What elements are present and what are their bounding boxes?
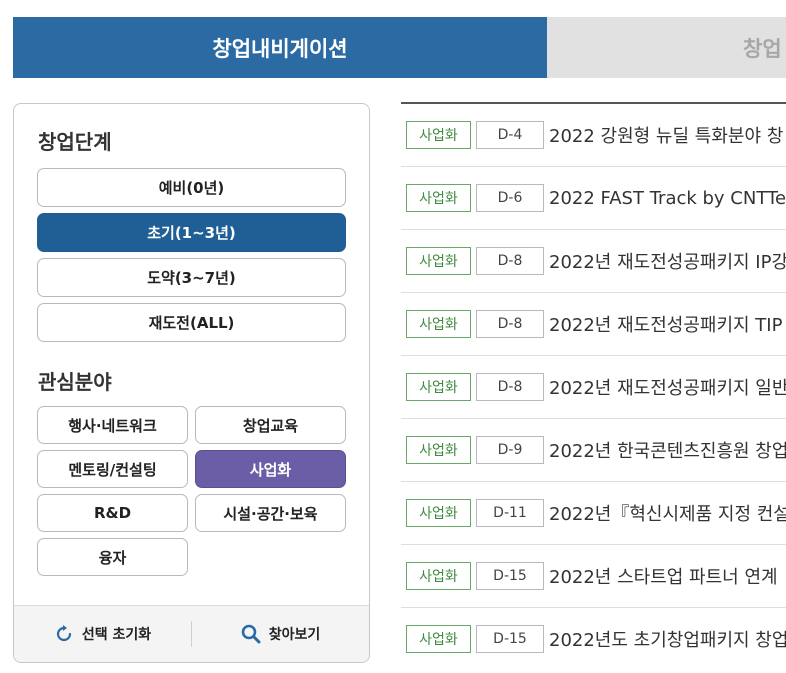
list-item-title[interactable]: 2022년도 초기창업패키지 창업: [549, 626, 786, 652]
interest-chip-event-network[interactable]: 행사·네트워크: [37, 406, 188, 444]
list-item[interactable]: 사업화 D-4 2022 강원형 뉴딜 특화분야 창: [401, 104, 786, 167]
dday-badge: D-15: [476, 562, 544, 590]
interest-chip-commercialization[interactable]: 사업화: [195, 450, 346, 488]
dday-badge: D-11: [476, 499, 544, 527]
dday-badge: D-8: [476, 310, 544, 338]
list-item[interactable]: 사업화 D-8 2022년 재도전성공패키지 일반: [401, 356, 786, 419]
search-button[interactable]: 찾아보기: [192, 624, 369, 644]
interest-section-title: 관심분야: [38, 370, 112, 394]
dday-badge: D-8: [476, 247, 544, 275]
dday-badge: D-15: [476, 625, 544, 653]
tab-startup-navigation[interactable]: 창업내비게이션: [13, 17, 547, 78]
list-item-title[interactable]: 2022년 재도전성공패키지 일반: [549, 374, 786, 400]
category-badge: 사업화: [406, 436, 471, 464]
reset-selection-button[interactable]: 선택 초기화: [14, 624, 191, 644]
dday-badge: D-4: [476, 121, 544, 149]
dday-badge: D-9: [476, 436, 544, 464]
list-item-title[interactable]: 2022 FAST Track by CNTTech: [549, 188, 786, 209]
interest-chip-loan[interactable]: 융자: [37, 538, 188, 576]
list-item-title[interactable]: 2022년『혁신시제품 지정 컨설: [549, 500, 786, 526]
category-badge: 사업화: [406, 625, 471, 653]
category-badge: 사업화: [406, 184, 471, 212]
list-item[interactable]: 사업화 D-8 2022년 재도전성공패키지 IP강: [401, 230, 786, 293]
category-badge: 사업화: [406, 310, 471, 338]
tab-startup-second[interactable]: 창업: [547, 17, 786, 78]
list-item-title[interactable]: 2022 강원형 뉴딜 특화분야 창: [549, 122, 783, 148]
list-item[interactable]: 사업화 D-6 2022 FAST Track by CNTTech: [401, 167, 786, 230]
interest-chip-education[interactable]: 창업교육: [195, 406, 346, 444]
interest-chip-facility[interactable]: 시설·공간·보육: [195, 494, 346, 532]
interest-chip-rnd[interactable]: R&D: [37, 494, 188, 532]
stage-button-growth[interactable]: 도약(3~7년): [37, 258, 346, 297]
list-item[interactable]: 사업화 D-9 2022년 한국콘텐츠진흥원 창업: [401, 419, 786, 482]
list-item-title[interactable]: 2022년 한국콘텐츠진흥원 창업: [549, 437, 786, 463]
list-item[interactable]: 사업화 D-11 2022년『혁신시제품 지정 컨설: [401, 482, 786, 545]
filter-panel: 창업단계 예비(0년) 초기(1~3년) 도약(3~7년) 재도전(ALL) 관…: [13, 103, 370, 663]
filter-footer: 선택 초기화 찾아보기: [14, 605, 369, 662]
category-badge: 사업화: [406, 499, 471, 527]
stage-button-pre[interactable]: 예비(0년): [37, 168, 346, 207]
list-item-title[interactable]: 2022년 재도전성공패키지 IP강: [549, 248, 786, 274]
list-item-title[interactable]: 2022년 재도전성공패키지 TIP: [549, 311, 782, 337]
navigation-tabs: 창업내비게이션 창업: [13, 17, 786, 78]
list-item-title[interactable]: 2022년 스타트업 파트너 연계: [549, 563, 778, 589]
list-item[interactable]: 사업화 D-8 2022년 재도전성공패키지 TIP: [401, 293, 786, 356]
interest-chip-mentoring[interactable]: 멘토링/컨설팅: [37, 450, 188, 488]
reset-selection-label: 선택 초기화: [81, 627, 152, 643]
stage-button-restart[interactable]: 재도전(ALL): [37, 303, 346, 342]
search-icon: [241, 624, 261, 644]
list-item[interactable]: 사업화 D-15 2022년도 초기창업패키지 창업: [401, 608, 786, 658]
category-badge: 사업화: [406, 373, 471, 401]
refresh-icon: [54, 624, 74, 644]
category-badge: 사업화: [406, 562, 471, 590]
list-item[interactable]: 사업화 D-15 2022년 스타트업 파트너 연계: [401, 545, 786, 608]
dday-badge: D-6: [476, 184, 544, 212]
stage-section-title: 창업단계: [38, 130, 112, 154]
category-badge: 사업화: [406, 121, 471, 149]
search-label: 찾아보기: [268, 627, 321, 643]
category-badge: 사업화: [406, 247, 471, 275]
dday-badge: D-8: [476, 373, 544, 401]
stage-button-early[interactable]: 초기(1~3년): [37, 213, 346, 252]
program-list: 사업화 D-4 2022 강원형 뉴딜 특화분야 창 사업화 D-6 2022 …: [401, 102, 786, 658]
